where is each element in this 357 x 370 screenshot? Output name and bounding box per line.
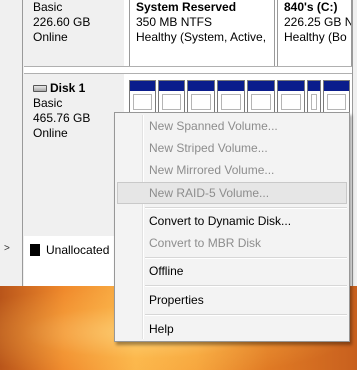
partition-body <box>133 94 152 110</box>
legend-unallocated: Unallocated <box>30 243 109 257</box>
volume-system-reserved[interactable]: System Reserved 350 MB NTFS Healthy (Sys… <box>129 0 275 66</box>
menu-separator <box>145 257 347 259</box>
partition-body <box>327 94 346 110</box>
volume-health: Healthy (Bo <box>284 30 347 44</box>
disk1-partition[interactable] <box>323 80 350 114</box>
partition-body <box>162 94 181 110</box>
menu-help[interactable]: Help <box>117 318 347 340</box>
menu-convert-to-mbr-disk[interactable]: Convert to MBR Disk <box>117 232 347 254</box>
menu-new-spanned-volume[interactable]: New Spanned Volume... <box>117 115 347 137</box>
disk1-partition[interactable] <box>217 80 245 114</box>
volume-detail: 350 MB NTFS <box>136 15 213 29</box>
disk1-status: Online <box>33 126 68 140</box>
scroll-right-arrow[interactable]: > <box>4 243 10 254</box>
partition-bar <box>324 81 349 91</box>
disk0-type: Basic <box>33 0 63 14</box>
partition-bar <box>159 81 184 91</box>
menu-properties[interactable]: Properties <box>117 289 347 311</box>
partition-body <box>281 94 301 110</box>
partition-bar <box>248 81 274 91</box>
menu-new-striped-volume[interactable]: New Striped Volume... <box>117 137 347 159</box>
partition-body <box>251 94 271 110</box>
disk0-status: Online <box>33 30 68 44</box>
disk1-partition[interactable] <box>187 80 215 114</box>
menu-new-raid5-volume[interactable]: New RAID-5 Volume... <box>117 182 347 204</box>
unallocated-swatch <box>30 244 40 256</box>
context-menu: New Spanned Volume... New Striped Volume… <box>114 112 350 342</box>
disk-row-separator <box>24 66 352 74</box>
legend-label: Unallocated <box>46 243 110 257</box>
volume-c-drive[interactable]: 840's (C:) 226.25 GB NTFS Healthy (Bo <box>277 0 352 66</box>
partition-body <box>191 94 211 110</box>
disk1-size: 465.76 GB <box>33 111 91 125</box>
disk0-size: 226.60 GB <box>33 15 91 29</box>
menu-separator <box>145 207 347 209</box>
disk0-label-panel[interactable]: Basic 226.60 GB Online <box>24 0 124 66</box>
disk1-name: Disk 1 <box>50 81 86 95</box>
menu-offline[interactable]: Offline <box>117 260 347 282</box>
right-frame <box>352 0 357 286</box>
partition-bar <box>278 81 304 91</box>
volume-name: 840's (C:) <box>284 0 338 14</box>
disk1-partition[interactable] <box>158 80 185 114</box>
disk1-partition[interactable] <box>307 80 321 114</box>
volume-name: System Reserved <box>136 0 237 14</box>
disk1-partition[interactable] <box>277 80 305 114</box>
menu-separator <box>145 285 347 287</box>
volume-health: Healthy (System, Active, <box>136 30 267 44</box>
frame-edge <box>22 0 23 286</box>
menu-separator <box>145 314 347 316</box>
partition-body <box>221 94 241 110</box>
menu-new-mirrored-volume[interactable]: New Mirrored Volume... <box>117 159 347 181</box>
partition-bar <box>218 81 244 91</box>
partition-bar <box>130 81 155 91</box>
partition-bar <box>308 81 320 91</box>
volume-detail: 226.25 GB NTFS <box>284 15 351 29</box>
menu-convert-to-dynamic-disk[interactable]: Convert to Dynamic Disk... <box>117 210 347 232</box>
disk1-label-panel[interactable]: Disk 1 Basic 465.76 GB Online <box>24 74 124 236</box>
disk1-partition[interactable] <box>129 80 156 114</box>
partition-bar <box>188 81 214 91</box>
disk1-type: Basic <box>33 96 63 110</box>
partition-body <box>311 94 317 110</box>
disk1-partition[interactable] <box>247 80 275 114</box>
hard-disk-icon <box>33 85 47 92</box>
